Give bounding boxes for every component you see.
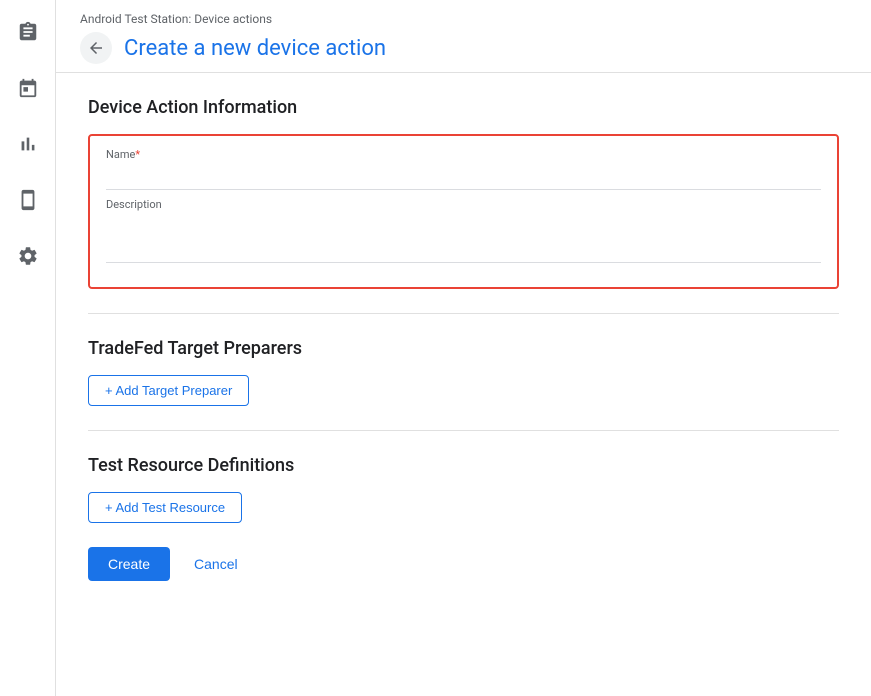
add-target-preparer-button[interactable]: + Add Target Preparer — [88, 375, 249, 406]
sidebar-item-devices[interactable] — [12, 184, 44, 216]
sidebar-item-analytics[interactable] — [12, 128, 44, 160]
main-content: Android Test Station: Device actions Cre… — [56, 0, 871, 696]
test-resource-section: Test Resource Definitions + Add Test Res… — [88, 455, 839, 523]
sidebar-item-test-plans[interactable] — [12, 16, 44, 48]
sidebar-item-schedule[interactable] — [12, 72, 44, 104]
add-test-resource-button[interactable]: + Add Test Resource — [88, 492, 242, 523]
header: Android Test Station: Device actions Cre… — [56, 0, 871, 73]
fields-container: Name* Description — [88, 134, 839, 289]
breadcrumb: Android Test Station: Device actions — [80, 12, 847, 26]
description-label: Description — [106, 198, 821, 211]
back-button[interactable] — [80, 32, 112, 64]
test-resource-section-title: Test Resource Definitions — [88, 455, 839, 476]
divider-2 — [88, 430, 839, 431]
sidebar-item-settings[interactable] — [12, 240, 44, 272]
tradefed-section-title: TradeFed Target Preparers — [88, 338, 839, 359]
device-action-info-section: Device Action Information Name* Descript… — [88, 97, 839, 289]
action-row: Create Cancel — [88, 547, 839, 581]
content-area: Device Action Information Name* Descript… — [56, 73, 871, 696]
cancel-button[interactable]: Cancel — [182, 547, 250, 581]
create-button[interactable]: Create — [88, 547, 170, 581]
page-title-row: Create a new device action — [80, 32, 847, 64]
device-action-section-title: Device Action Information — [88, 97, 839, 118]
description-field-group: Description — [106, 198, 821, 267]
page-title: Create a new device action — [124, 36, 386, 61]
description-input[interactable] — [106, 215, 821, 263]
name-input[interactable] — [106, 165, 821, 190]
name-label: Name* — [106, 148, 821, 161]
sidebar — [0, 0, 56, 696]
tradefed-section: TradeFed Target Preparers + Add Target P… — [88, 338, 839, 406]
name-required-indicator: * — [135, 148, 140, 161]
divider-1 — [88, 313, 839, 314]
name-field-group: Name* — [106, 148, 821, 190]
